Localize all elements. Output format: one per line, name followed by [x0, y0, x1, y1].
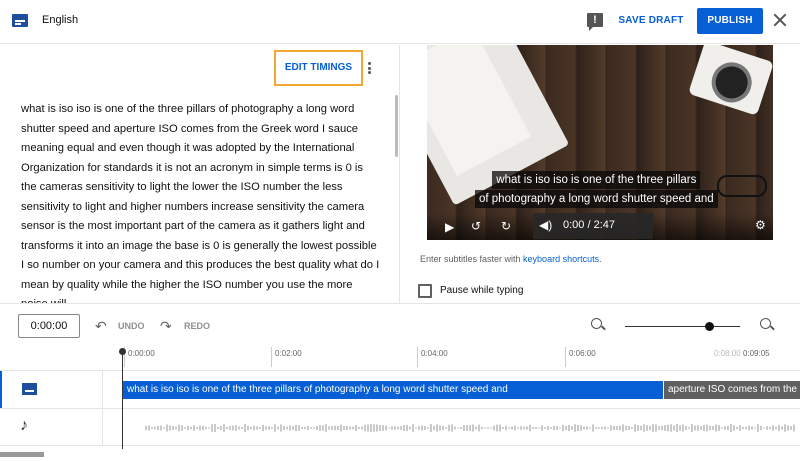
playhead[interactable]: [119, 348, 126, 449]
top-bar: English ! SAVE DRAFT PUBLISH: [0, 0, 800, 44]
video-preview[interactable]: what is iso iso is one of the three pill…: [427, 45, 773, 240]
subtitle-line-2: of photography a long word shutter speed…: [475, 190, 718, 208]
hint-suffix: .: [599, 254, 602, 264]
glasses-image: [717, 175, 767, 197]
tick-label: 0:02:00: [271, 347, 302, 367]
transcript-pane: EDIT TIMINGS what is iso iso is one of t…: [0, 45, 400, 303]
edit-timings-button[interactable]: EDIT TIMINGS: [274, 50, 363, 86]
tick-label: 0:04:00: [417, 347, 448, 367]
subtitle-cue[interactable]: aperture ISO comes from the Greek word I…: [664, 381, 800, 399]
more-options-icon[interactable]: [368, 62, 372, 76]
zoom-slider-thumb[interactable]: [705, 322, 714, 331]
hint-prefix: Enter subtitles faster with: [420, 254, 524, 264]
subtitles-track-icon: [22, 383, 37, 395]
pause-while-typing-label: Pause while typing: [440, 285, 524, 296]
tick-duration: 0:09:05: [742, 349, 770, 358]
forward-icon[interactable]: ↻: [501, 219, 511, 233]
volume-icon[interactable]: ◀): [539, 218, 552, 232]
tick-label: 0:06:00: [565, 347, 596, 367]
tick-end: 0:08:00 0:09:05: [714, 349, 770, 358]
tick-label: 0:00:00: [124, 347, 155, 367]
save-draft-button[interactable]: SAVE DRAFT: [614, 8, 688, 34]
rewind-icon[interactable]: ↺: [471, 219, 481, 233]
subtitle-line-1: what is iso iso is one of the three pill…: [492, 171, 701, 189]
redo-button[interactable]: REDO: [184, 321, 210, 331]
play-icon[interactable]: ▶: [445, 220, 454, 234]
camera-image: [688, 45, 773, 116]
close-icon[interactable]: [770, 10, 790, 30]
transcript-textarea[interactable]: what is iso iso is one of the three pill…: [21, 100, 381, 303]
subtitles-icon: [12, 14, 28, 27]
timeline-scrollbar[interactable]: [0, 452, 44, 457]
audio-track: ♪: [0, 408, 800, 446]
publish-button[interactable]: PUBLISH: [697, 8, 763, 34]
video-subtitle-overlay: what is iso iso is one of the three pill…: [475, 170, 718, 208]
timeline-toolbar: 0:00:00 ↶ UNDO ↷ REDO: [0, 303, 800, 345]
shortcut-hint: Enter subtitles faster with keyboard sho…: [420, 254, 602, 264]
language-label: English: [42, 14, 79, 26]
keyboard-shortcuts-link[interactable]: keyboard shortcuts: [523, 254, 599, 264]
feedback-icon[interactable]: !: [587, 13, 603, 31]
undo-icon[interactable]: ↶: [95, 318, 107, 335]
zoom-out-icon[interactable]: [591, 318, 605, 332]
subtitle-track-head: [0, 371, 103, 408]
current-time-input[interactable]: 0:00:00: [18, 314, 80, 338]
music-note-icon: ♪: [20, 417, 28, 434]
time-display: ◀) 0:00 / 2:47: [533, 213, 653, 239]
transcript-scrollbar[interactable]: [395, 95, 398, 157]
zoom-in-icon[interactable]: [760, 318, 774, 332]
pause-while-typing-checkbox[interactable]: [418, 284, 432, 298]
audio-track-head: ♪: [0, 409, 103, 445]
timeline: 0:00:00 0:02:00 0:04:00 0:06:00 0:08:00 …: [0, 345, 800, 461]
zoom-slider-track[interactable]: [625, 326, 740, 327]
subtitle-track: what is iso iso is one of the three pill…: [0, 370, 800, 408]
video-time: 0:00 / 2:47: [563, 219, 615, 231]
video-controls: ▶ ↺ ↻ ◀) 0:00 / 2:47 ⚙: [427, 213, 773, 240]
redo-icon[interactable]: ↷: [160, 318, 172, 335]
subtitle-cue[interactable]: what is iso iso is one of the three pill…: [123, 381, 663, 399]
settings-gear-icon[interactable]: ⚙: [755, 218, 766, 232]
tick-faded: 0:08:00: [714, 349, 741, 358]
undo-button[interactable]: UNDO: [118, 321, 145, 331]
audio-waveform: [145, 424, 795, 432]
